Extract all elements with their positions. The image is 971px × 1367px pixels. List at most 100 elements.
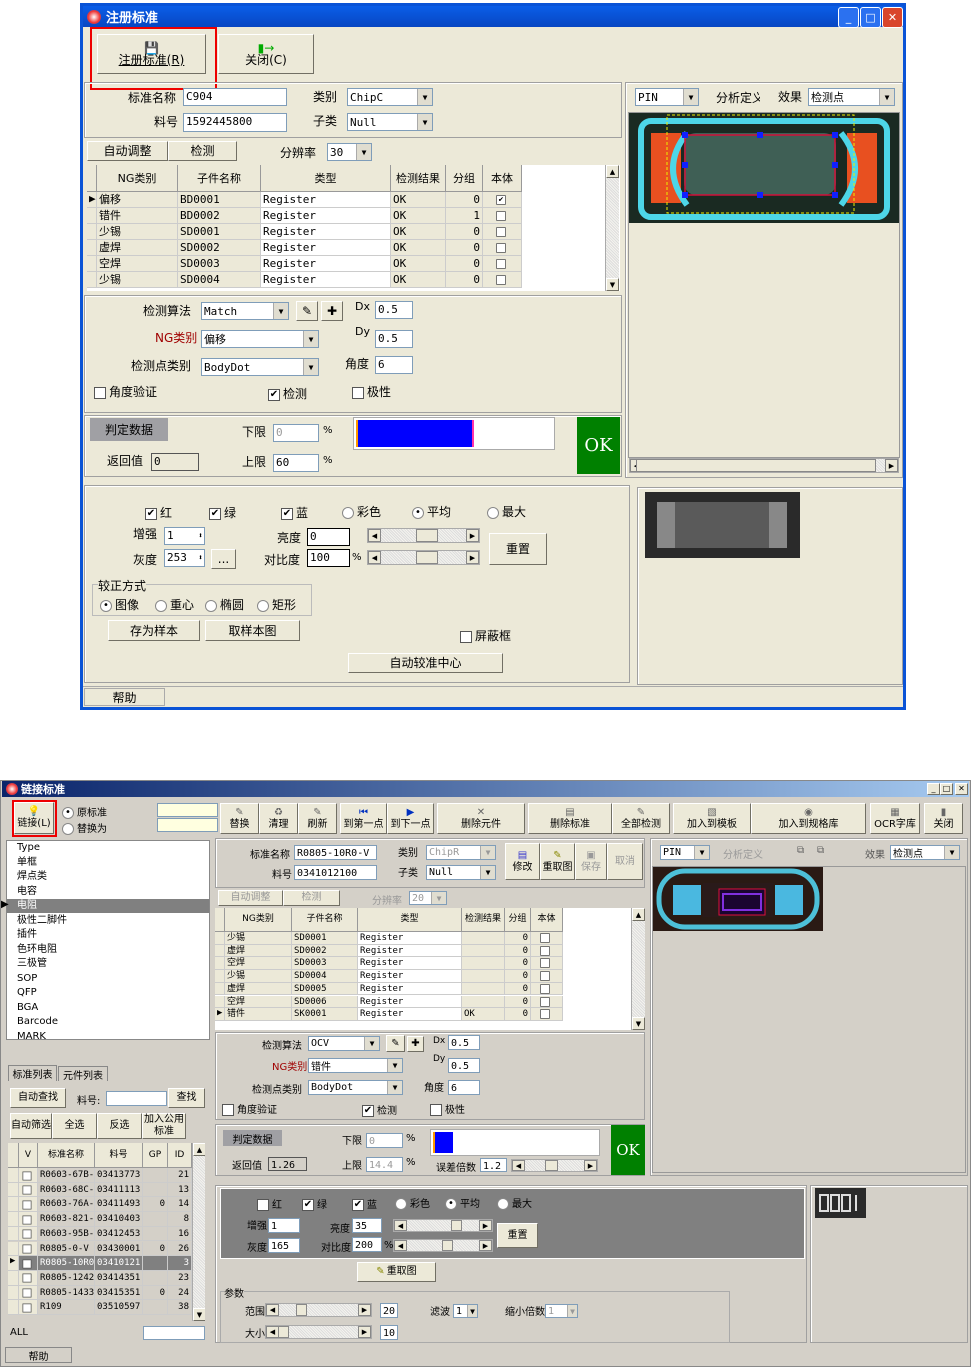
table-cell[interactable]: 03410403: [95, 1212, 143, 1227]
checkbox-cell[interactable]: [19, 1300, 38, 1315]
row-indicator[interactable]: [87, 224, 97, 240]
table-cell[interactable]: 03510597: [95, 1300, 143, 1315]
table-cell[interactable]: [143, 1168, 168, 1183]
table-cell[interactable]: Register: [358, 944, 462, 958]
scroll-down-icon[interactable]: ▼: [606, 278, 619, 291]
checkbox[interactable]: [22, 1244, 32, 1254]
table-cell[interactable]: Register: [261, 256, 391, 272]
vertical-scrollbar[interactable]: ▲ ▼: [631, 908, 645, 1030]
list-item[interactable]: 电容: [7, 885, 209, 899]
table-cell[interactable]: 少锡: [225, 970, 292, 983]
regrab-button[interactable]: ✎ 重取图: [540, 843, 575, 880]
checkbox[interactable]: [22, 1259, 32, 1269]
table-cell[interactable]: 错件: [97, 208, 178, 224]
checkbox[interactable]: [495, 259, 506, 269]
contrast-slider[interactable]: ◀ ▶: [393, 1239, 493, 1252]
filter-select[interactable]: 1 ▼: [453, 1304, 478, 1318]
list-item[interactable]: BGA: [7, 1001, 209, 1015]
row-indicator[interactable]: [8, 1197, 19, 1213]
column-header[interactable]: 子件名称: [292, 908, 358, 932]
table-cell[interactable]: 虚焊: [225, 944, 292, 958]
size-slider[interactable]: ◀ ▶: [265, 1325, 372, 1339]
column-header[interactable]: 检测结果: [391, 165, 446, 192]
row-indicator[interactable]: [8, 1241, 19, 1257]
table-cell[interactable]: Register: [358, 957, 462, 971]
contrast-input[interactable]: 200: [352, 1237, 382, 1252]
upper-limit-input[interactable]: 14.4: [366, 1157, 403, 1172]
table-cell[interactable]: 21: [168, 1168, 192, 1183]
scroll-up-icon[interactable]: ▲: [193, 1143, 205, 1156]
green-channel-checkbox[interactable]: ✔ 绿: [209, 504, 236, 521]
detect-button[interactable]: 检测: [283, 890, 340, 906]
register-standard-button[interactable]: 💾 注册标准(R): [97, 34, 206, 74]
size-input[interactable]: 10: [380, 1325, 398, 1340]
max-mode-radio[interactable]: 最大: [497, 1195, 532, 1210]
auto-adjust-button[interactable]: 自动调整: [218, 890, 283, 906]
help-tab[interactable]: 帮助: [84, 688, 165, 706]
checkbox[interactable]: [22, 1303, 32, 1313]
checkbox[interactable]: [540, 996, 550, 1007]
table-cell[interactable]: 0: [446, 192, 483, 208]
error-multiplier-input[interactable]: 1.2: [480, 1158, 507, 1172]
brightness-slider[interactable]: ◀ ▶: [367, 528, 480, 543]
checkbox-cell[interactable]: [531, 995, 563, 1009]
gray-spinner[interactable]: 165: [268, 1238, 300, 1253]
table-cell[interactable]: 0: [446, 256, 483, 272]
algo-select[interactable]: Match ▼: [201, 302, 289, 320]
color-mode-radio[interactable]: 彩色: [342, 503, 381, 520]
table-cell[interactable]: 0: [446, 272, 483, 288]
lower-limit-input[interactable]: 0: [366, 1133, 403, 1148]
checkbox-cell[interactable]: [483, 224, 522, 240]
blue-channel-checkbox[interactable]: ✔ 蓝: [281, 504, 308, 521]
toolbar-button-11[interactable]: ▮ 关闭: [924, 803, 963, 834]
toolbar-button-4[interactable]: ▶ 到下一点: [387, 803, 434, 834]
table-cell[interactable]: 03411493: [95, 1197, 143, 1213]
table-cell[interactable]: 03412453: [95, 1226, 143, 1242]
list-item[interactable]: QFP: [7, 986, 209, 1000]
column-header[interactable]: NG类别: [97, 165, 178, 192]
table-cell[interactable]: 38: [168, 1300, 192, 1315]
checkbox-cell[interactable]: [19, 1226, 38, 1242]
table-cell[interactable]: Register: [261, 208, 391, 224]
toolbar-button-1[interactable]: ♻ 清理: [259, 803, 298, 834]
angle-input[interactable]: 6: [375, 356, 413, 374]
table-cell[interactable]: Register: [358, 970, 462, 983]
checkbox[interactable]: [22, 1171, 32, 1180]
table-cell[interactable]: R0603-95B-: [38, 1226, 95, 1242]
table-cell[interactable]: BD0002: [178, 208, 261, 224]
table-cell[interactable]: 03430001: [95, 1241, 143, 1257]
column-header[interactable]: NG类别: [225, 908, 292, 932]
list-item[interactable]: Barcode: [7, 1015, 209, 1029]
table-cell[interactable]: 03411113: [95, 1182, 143, 1198]
table-cell[interactable]: R0805-1433: [38, 1285, 95, 1301]
ng-items-grid[interactable]: NG类别 子件名称 类型 检测结果 分组 本体 少锡 SD0001 Register 0 虚焊 SD0…: [215, 908, 645, 1030]
tab-component-list[interactable]: 元件列表: [58, 1066, 108, 1082]
all-input[interactable]: [143, 1326, 205, 1340]
list-item[interactable]: 电阻: [7, 899, 209, 913]
table-cell[interactable]: 14: [168, 1197, 192, 1213]
pin-select[interactable]: PIN ▼: [660, 845, 710, 860]
column-header[interactable]: 分组: [505, 908, 531, 932]
checkbox[interactable]: ✔: [495, 195, 506, 205]
table-cell[interactable]: R0603-76A-: [38, 1197, 95, 1213]
toolbar-button-0[interactable]: ✎ 替换: [220, 803, 259, 834]
effect-select[interactable]: 检测点 ▼: [808, 88, 895, 106]
tab-standard-list[interactable]: 标准列表: [8, 1065, 57, 1081]
enhance-spinner[interactable]: 1 ⬍: [164, 527, 205, 545]
dy-input[interactable]: 0.5: [375, 330, 413, 348]
toolbar-button-6[interactable]: ▤ 删除标准: [528, 803, 612, 834]
max-mode-radio[interactable]: 最大: [487, 503, 526, 520]
column-header[interactable]: 标准名称: [38, 1143, 95, 1168]
checkbox-cell[interactable]: [19, 1182, 38, 1198]
table-cell[interactable]: SD0004: [292, 970, 358, 983]
column-header[interactable]: ID: [168, 1143, 192, 1168]
table-cell[interactable]: 0: [505, 995, 531, 1009]
brightness-input[interactable]: 0: [307, 528, 350, 546]
table-cell[interactable]: 1: [446, 208, 483, 224]
detect-button[interactable]: 检测: [168, 141, 237, 161]
polarity-checkbox[interactable]: 极性: [430, 1101, 465, 1116]
polarity-checkbox[interactable]: 极性: [352, 383, 391, 400]
pin-select[interactable]: PIN ▼: [635, 88, 699, 106]
resolution-select[interactable]: 20 ▼: [409, 891, 447, 905]
dy-input[interactable]: 0.5: [448, 1058, 480, 1073]
